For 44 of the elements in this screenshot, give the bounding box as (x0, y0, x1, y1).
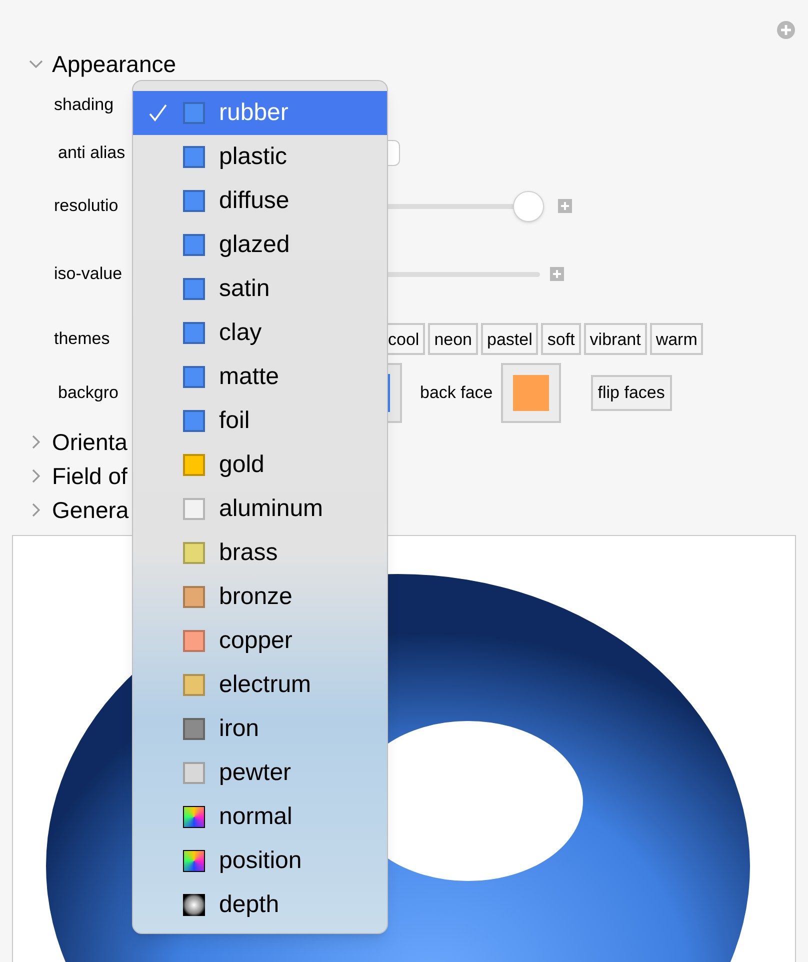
plus-icon[interactable] (558, 199, 572, 213)
theme-button[interactable]: vibrant (584, 323, 647, 355)
theme-button[interactable]: pastel (481, 323, 538, 355)
theme-button[interactable]: soft (541, 323, 581, 355)
menu-item[interactable]: matte (133, 355, 387, 399)
section-header[interactable]: Appearance (52, 46, 176, 82)
menu-item[interactable]: depth (133, 883, 387, 927)
menu-item[interactable]: copper (133, 619, 387, 663)
plus-icon[interactable] (550, 267, 564, 281)
sphere-swatch-icon (183, 894, 205, 916)
checkmark-icon (148, 103, 168, 123)
theme-button[interactable]: neon (428, 323, 478, 355)
gradient-swatch-icon (183, 806, 205, 828)
section-header[interactable]: Orienta (52, 424, 128, 460)
menu-item[interactable]: brass (133, 531, 387, 575)
menu-item[interactable]: iron (133, 707, 387, 751)
menu-item[interactable]: normal (133, 795, 387, 839)
menu-item[interactable]: foil (133, 399, 387, 443)
field-label: resolutio (54, 195, 120, 218)
slider-thumb[interactable] (513, 190, 544, 222)
menu-item[interactable]: gold (133, 443, 387, 487)
flip-faces-button[interactable]: flip faces (590, 375, 672, 411)
add-circle-icon[interactable] (776, 20, 796, 40)
field-label: iso-value (54, 263, 124, 286)
section-header[interactable]: Field of (52, 458, 128, 494)
section-header[interactable]: Genera (52, 492, 129, 528)
menu-item[interactable]: pewter (133, 751, 387, 795)
menu-item[interactable]: electrum (133, 663, 387, 707)
theme-button[interactable]: warm (650, 323, 704, 355)
field-label: themes (54, 328, 111, 350)
color-well[interactable] (500, 363, 561, 423)
field-label: shading (54, 94, 114, 116)
field-label: anti alias (58, 142, 126, 164)
field-label: backgro (58, 382, 120, 404)
menu-item[interactable]: rubber (133, 91, 387, 135)
menu-item[interactable]: position (133, 839, 387, 883)
menu-item[interactable]: diffuse (133, 179, 387, 223)
menu-item[interactable]: aluminum (133, 487, 387, 531)
menu-item[interactable]: plastic (133, 135, 387, 179)
gradient-swatch-icon (183, 850, 205, 872)
menu-item[interactable]: bronze (133, 575, 387, 619)
menu-item[interactable]: satin (133, 267, 387, 311)
field-label: back face (420, 382, 493, 404)
menu-item[interactable]: glazed (133, 223, 387, 267)
